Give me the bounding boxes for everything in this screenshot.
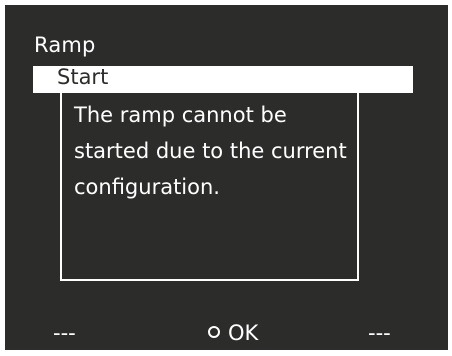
page-title: Ramp (34, 33, 96, 57)
device-screen: Ramp Start The ramp cannot be started du… (5, 5, 448, 350)
message-dialog: The ramp cannot be started due to the cu… (60, 91, 359, 281)
menu-item-start[interactable]: Start (33, 65, 413, 93)
ok-button[interactable]: OK (208, 320, 258, 346)
ok-label: OK (228, 321, 259, 345)
menu-item-label: Start (57, 65, 109, 89)
softkey-right[interactable]: --- (368, 320, 391, 346)
circle-icon (208, 326, 220, 338)
dialog-message: The ramp cannot be started due to the cu… (74, 103, 347, 199)
softkey-left[interactable]: --- (53, 320, 76, 346)
